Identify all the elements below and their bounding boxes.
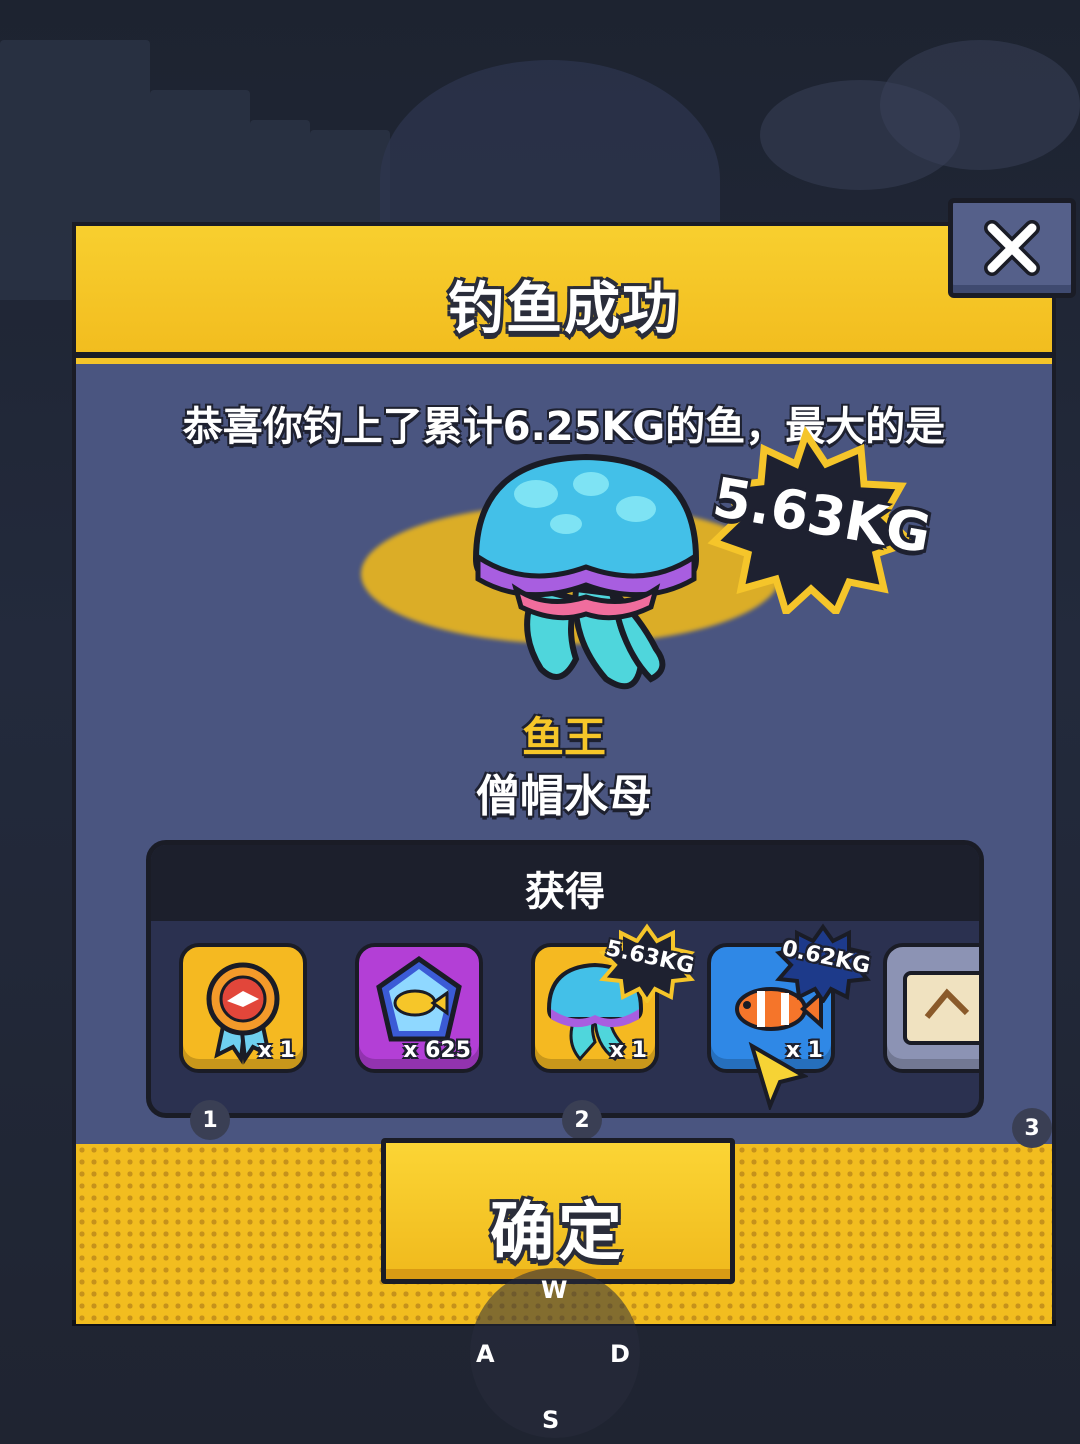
key-left[interactable]: A [476,1340,495,1368]
reward-count: x 1 [609,1038,647,1063]
record-weight-badge: 5.63KG [686,424,936,619]
fish-name: 僧帽水母 [476,771,652,822]
page-dot-1[interactable]: 1 [190,1100,230,1140]
map-icon [903,971,979,1045]
rewards-header: 获得 [151,845,979,921]
fish-rank-label: 鱼王 [521,713,606,762]
reward-item-medal[interactable]: x 1 [179,943,307,1073]
reward-count: x 1 [257,1038,295,1063]
reward-weight-badge: 5.63KG [599,923,696,1005]
rewards-panel: 获得 x 1 x 625 x 1 5.63KG x 1 0.62KG [146,840,984,1118]
page-dot-3[interactable]: 3 [1012,1108,1052,1148]
reward-item-fish-gem[interactable]: x 625 [355,943,483,1073]
rewards-title: 获得 [525,869,605,915]
jellyfish-icon [472,453,700,690]
fishing-result-dialog: 钓鱼成功 恭喜你钓上了累计6.25KG的鱼，最大的是 5.63KG 鱼王 僧帽水… [72,222,1056,1324]
confirm-label: 确定 [490,1196,626,1270]
close-button[interactable] [948,198,1076,298]
close-icon [984,220,1040,276]
dialog-title-bar: 钓鱼成功 [76,226,1052,358]
dialog-content: 恭喜你钓上了累计6.25KG的鱼，最大的是 5.63KG 鱼王 僧帽水母 获得 … [76,364,1052,1144]
reward-item-map[interactable] [883,943,979,1073]
reward-count: x 625 [403,1038,471,1063]
key-down[interactable]: S [542,1406,559,1434]
pointer-cursor-icon [748,1042,808,1110]
page-dot-2[interactable]: 2 [562,1100,602,1140]
confirm-button[interactable]: 确定 [381,1138,735,1284]
reward-weight-badge: 0.62KG [775,923,872,1005]
key-up[interactable]: W [541,1276,567,1304]
key-right[interactable]: D [610,1340,630,1368]
dialog-title: 钓鱼成功 [448,277,680,342]
background-cloud [880,40,1080,170]
